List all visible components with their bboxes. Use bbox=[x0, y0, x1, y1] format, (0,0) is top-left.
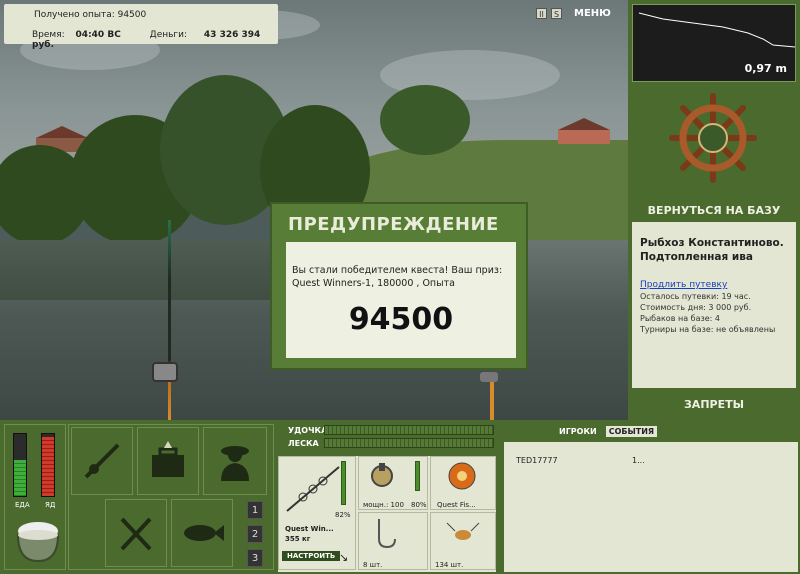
base-stat-fishers: Рыбаков на базе: 4 bbox=[640, 314, 720, 323]
reel-condition-bar bbox=[415, 461, 420, 491]
setup-button[interactable]: НАСТРОИТЬ bbox=[282, 551, 341, 561]
tackle-panel: УДОЧКА ЛЕСКА 82% Quest Win... 355 кг НАС… bbox=[276, 420, 500, 574]
slot-3-button[interactable]: 3 bbox=[247, 549, 263, 567]
line-spool-icon bbox=[448, 462, 476, 490]
experience-text: Получено опыта: 94500 bbox=[34, 10, 147, 20]
warning-message: Вы стали победителем квеста! Ваш приз: Q… bbox=[292, 265, 503, 289]
rod-name: Quest Win... bbox=[285, 525, 334, 533]
food-label: ЕДА bbox=[15, 501, 30, 509]
cutlery-icon[interactable] bbox=[105, 499, 167, 567]
bait-icon bbox=[446, 522, 480, 540]
arrow-down-right-icon: ↘ bbox=[339, 551, 349, 564]
pause-icon[interactable]: II bbox=[536, 8, 547, 19]
warning-value: 94500 bbox=[348, 302, 454, 337]
tools-panel: 1 2 3 bbox=[68, 424, 274, 570]
hook-count: 8 шт. bbox=[363, 561, 383, 569]
slot-1-button[interactable]: 1 bbox=[247, 501, 263, 519]
hook-slot[interactable]: 8 шт. bbox=[358, 512, 428, 570]
rod-label: УДОЧКА bbox=[288, 426, 328, 435]
warning-body: Вы стали победителем квеста! Ваш приз: Q… bbox=[286, 242, 516, 358]
tab-events[interactable]: СОБЫТИЯ bbox=[605, 426, 658, 437]
reel-icon bbox=[371, 463, 393, 487]
poison-bar bbox=[41, 433, 55, 497]
line-tension-bar bbox=[324, 438, 494, 448]
food-bar bbox=[13, 433, 27, 497]
info-box: Получено опыта: 94500 Время: 04:40 ВС Де… bbox=[4, 4, 278, 50]
tab-players[interactable]: ИГРОКИ bbox=[556, 426, 600, 437]
money-label: Деньги: bbox=[149, 30, 188, 40]
base-stat-cost: Стоимость дня: 3 000 руб. bbox=[640, 303, 752, 312]
depth-value: 0,97 m bbox=[744, 62, 787, 75]
rod-percent: 82% bbox=[335, 511, 351, 519]
warning-title: ПРЕДУПРЕЖДЕНИЕ bbox=[288, 214, 499, 235]
rod-weight: 355 кг bbox=[285, 535, 311, 543]
depth-graph: 0,97 m bbox=[632, 4, 796, 82]
rod-condition-bar bbox=[341, 461, 346, 505]
time-value: 04:40 ВС bbox=[75, 30, 121, 40]
tackle-box: 82% Quest Win... 355 кг НАСТРОИТЬ ↘ мощн… bbox=[278, 456, 496, 572]
tackle-box-icon[interactable] bbox=[137, 427, 199, 495]
list-item-value: 1... bbox=[632, 456, 645, 465]
line-slot[interactable]: Quest Fis... bbox=[430, 456, 496, 510]
reel-1[interactable] bbox=[152, 362, 178, 382]
fishing-rod-1[interactable] bbox=[168, 220, 171, 420]
ship-wheel-icon[interactable] bbox=[668, 92, 758, 187]
bait-count: 134 шт. bbox=[435, 561, 464, 569]
list-item[interactable]: TED17777 bbox=[516, 456, 558, 465]
line-label: ЛЕСКА bbox=[288, 439, 319, 448]
line-name: Quest Fis... bbox=[437, 501, 476, 509]
base-info-box: Рыбхоз Константиново. Подтопленная ива П… bbox=[632, 222, 796, 388]
status-bars: ЕДА ЯД bbox=[4, 424, 66, 570]
back-to-base-button[interactable]: ВЕРНУТЬСЯ НА БАЗУ bbox=[628, 204, 800, 217]
game-scene[interactable]: Получено опыта: 94500 Время: 04:40 ВС Де… bbox=[0, 0, 628, 420]
slot-2-button[interactable]: 2 bbox=[247, 525, 263, 543]
warning-dialog: ПРЕДУПРЕЖДЕНИЕ Вы стали победителем квес… bbox=[270, 202, 528, 370]
extend-trip-link[interactable]: Продлить путевку bbox=[640, 280, 727, 290]
players-panel: ИГРОКИ СОБЫТИЯ TED17777 1... bbox=[502, 420, 800, 574]
rod-icon bbox=[286, 466, 340, 512]
base-stat-trip: Осталось путевки: 19 час. bbox=[640, 292, 751, 301]
right-panel: 0,97 m ВЕРНУТЬСЯ НА БАЗУ Рыбхоз Констант… bbox=[628, 0, 800, 420]
poison-label: ЯД bbox=[45, 501, 56, 509]
hook-icon bbox=[378, 519, 396, 549]
bans-button[interactable]: ЗАПРЕТЫ bbox=[628, 398, 800, 411]
menu-button[interactable]: МЕНЮ bbox=[574, 8, 611, 19]
bait-slot[interactable]: 134 шт. bbox=[430, 512, 496, 570]
fishing-rod-icon[interactable] bbox=[71, 427, 133, 495]
reel-power: мощн.: 100 bbox=[363, 501, 404, 509]
fish-icon[interactable] bbox=[171, 499, 233, 567]
time-label: Время: bbox=[32, 30, 65, 40]
reel-percent: 80% bbox=[411, 501, 427, 509]
poison-fill bbox=[42, 437, 54, 496]
reel-slot[interactable]: мощн.: 100 80% bbox=[358, 456, 428, 510]
money-value: 43 326 394 руб. bbox=[32, 30, 261, 50]
rod-slot[interactable]: 82% Quest Win... 355 кг НАСТРОИТЬ ↘ bbox=[278, 456, 356, 570]
sound-icon[interactable]: S bbox=[551, 8, 562, 19]
reel-2[interactable] bbox=[480, 372, 498, 382]
rod-tension-bar bbox=[324, 425, 494, 435]
players-list: TED17777 1... bbox=[504, 442, 798, 572]
pot-icon[interactable] bbox=[13, 517, 63, 565]
house-right bbox=[558, 118, 610, 144]
food-fill bbox=[14, 460, 26, 496]
base-stat-tournaments: Турниры на базе: не объявлены bbox=[640, 325, 776, 334]
base-name: Рыбхоз Константиново. Подтопленная ива bbox=[640, 237, 784, 263]
fisherman-icon[interactable] bbox=[203, 427, 267, 495]
